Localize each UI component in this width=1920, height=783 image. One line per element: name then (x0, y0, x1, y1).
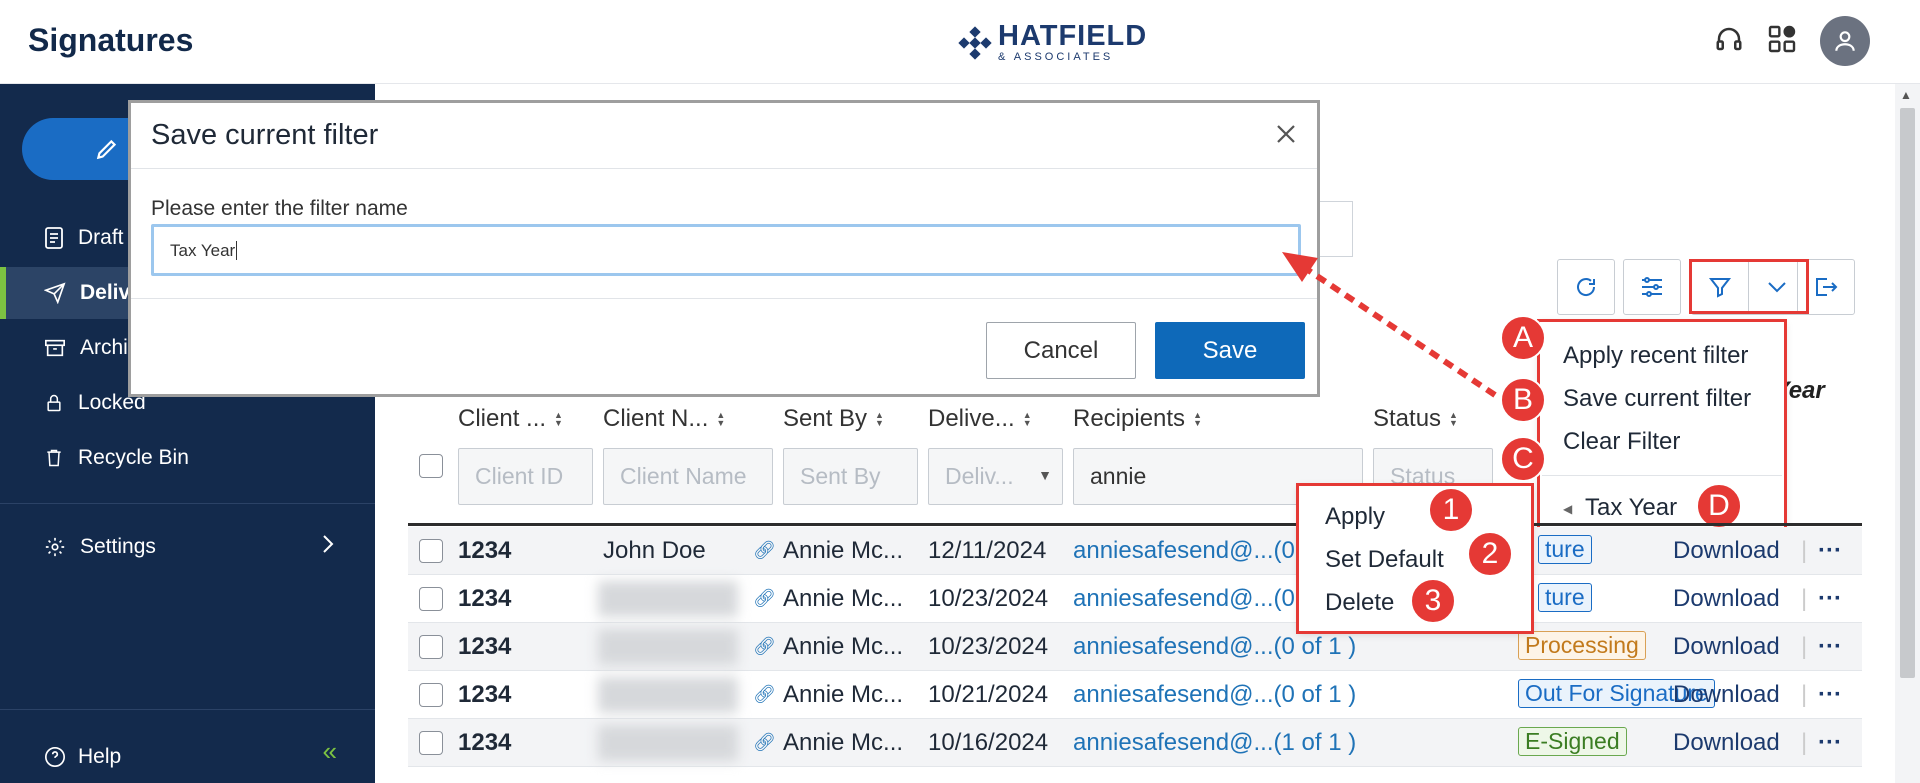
annotation-arrow (1282, 252, 1497, 398)
